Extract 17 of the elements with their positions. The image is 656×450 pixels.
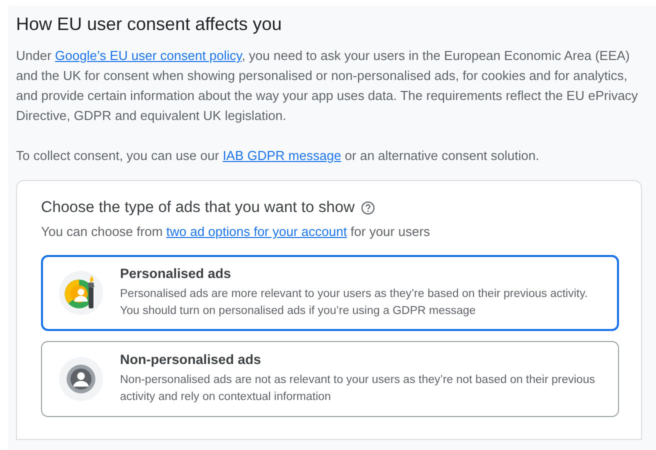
- option-description: Personalised ads are more relevant to your users as they’re based on their previous activity. You should turn on personalised ads if you’re using a GDPR message: [120, 287, 589, 319]
- card-title: Choose the type of ads that you want to show: [41, 199, 355, 217]
- option-title: Non-personalised ads: [120, 352, 262, 367]
- person-icon: [58, 356, 104, 402]
- ad-options-link[interactable]: two ad options for your account: [166, 224, 347, 239]
- person-torch-icon: [58, 270, 104, 316]
- message-link[interactable]: IAB GDPR message: [222, 148, 342, 163]
- policy-link[interactable]: Google’s EU user consent policy: [55, 48, 242, 63]
- option-title: Personalised ads: [120, 266, 232, 281]
- card-subtitle: You can choose from two ad options for your account for your users: [41, 224, 432, 239]
- option-description: Non-personalised ads are not as relevant to your users as they’re not based on their previous activity and rely on contextual information: [120, 373, 596, 405]
- intro-paragraph: Under Google’s EU user consent policy, you need to ask your users in the European Economic Area (EEA) and the UK for consent when showing personalised or non-personalised ads, for cookies and for analytics, and provide certain information about the way your app uses data. The requirements reflect the EU ePrivacy Directive, GDPR and equivalent UK legislation.: [16, 47, 639, 125]
- help-icon[interactable]: [360, 201, 375, 215]
- ad-option[interactable]: Non-personalised ads Non-personalised ads are not as relevant to your users as they’re not based on their previous activity and rely on contextual information: [41, 341, 619, 417]
- collect-paragraph: To collect consent, you can use our IAB GDPR message or an alternative consent solution.: [16, 147, 540, 165]
- ad-option[interactable]: Personalised ads Personalised ads are more relevant to your users as they’re based on their previous activity. You should turn on personalised ads if you’re using a GDPR message: [41, 255, 619, 331]
- section-heading: How EU user consent affects you: [16, 14, 283, 35]
